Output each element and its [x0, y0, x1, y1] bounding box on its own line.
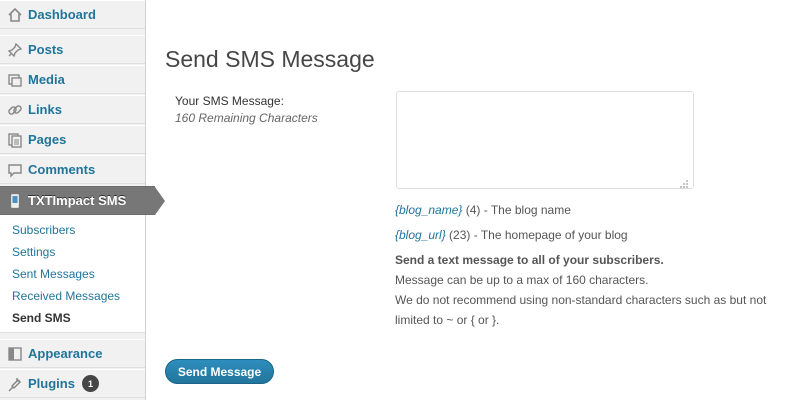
sms-message-label: Your SMS Message:	[175, 94, 284, 108]
menu-label: Appearance	[28, 346, 103, 361]
description-line: Message can be up to a max of 160 charac…	[395, 273, 649, 287]
submenu-received-messages[interactable]: Received Messages	[12, 289, 120, 303]
menu-label: Posts	[28, 42, 64, 57]
phone-icon	[6, 192, 24, 210]
tag-description: (4) - The blog name	[462, 203, 571, 217]
plug-icon	[6, 375, 24, 393]
description-line: limited to ~ or { or }.	[395, 313, 500, 327]
tag-blog-url: {blog_url} (23) - The homepage of your b…	[395, 228, 628, 242]
link-icon	[6, 101, 24, 119]
sms-message-textarea[interactable]	[396, 91, 694, 189]
tag-token[interactable]: {blog_url}	[395, 228, 446, 242]
resize-handle-icon[interactable]	[679, 176, 689, 188]
menu-label: Plugins	[28, 376, 75, 391]
menu-dashboard[interactable]: Dashboard	[0, 0, 145, 29]
menu-label: TXTImpact SMS	[28, 193, 127, 208]
tag-blog-name: {blog_name} (4) - The blog name	[395, 203, 571, 217]
remaining-characters: 160 Remaining Characters	[175, 111, 318, 125]
plugins-update-badge: 1	[81, 375, 99, 392]
menu-label: Media	[28, 72, 65, 87]
dashboard-icon	[6, 6, 24, 24]
menu-plugins[interactable]: Plugins 1	[0, 369, 145, 398]
menu-media[interactable]: Media	[0, 65, 145, 94]
menu-appearance[interactable]: Appearance	[0, 339, 145, 368]
menu-label: Comments	[28, 162, 96, 177]
menu-posts[interactable]: Posts	[0, 35, 145, 64]
media-icon	[6, 71, 24, 89]
page-title: Send SMS Message	[165, 46, 375, 72]
menu-txtimpact-sms[interactable]: TXTImpact SMS	[0, 186, 165, 215]
menu-label: Links	[28, 102, 62, 117]
appearance-icon	[6, 345, 24, 363]
pin-icon	[6, 41, 24, 59]
txtimpact-submenu: Subscribers Settings Sent Messages Recei…	[0, 215, 145, 333]
submenu-send-sms[interactable]: Send SMS	[12, 311, 71, 325]
send-message-button[interactable]: Send Message	[165, 359, 274, 384]
tag-token[interactable]: {blog_name}	[395, 203, 462, 217]
menu-pages[interactable]: Pages	[0, 125, 145, 154]
menu-label: Pages	[28, 132, 67, 147]
menu-links[interactable]: Links	[0, 95, 145, 124]
submenu-subscribers[interactable]: Subscribers	[12, 223, 75, 237]
admin-sidebar: Dashboard Posts Media Links Pages Commen…	[0, 0, 165, 400]
submenu-settings[interactable]: Settings	[12, 245, 55, 259]
tag-description: (23) - The homepage of your blog	[445, 228, 628, 242]
comment-icon	[6, 161, 24, 179]
send-description-heading: Send a text message to all of your subsc…	[395, 253, 664, 267]
main-content: Send SMS Message Your SMS Message: 160 R…	[146, 0, 787, 400]
pages-icon	[6, 131, 24, 149]
submenu-sent-messages[interactable]: Sent Messages	[12, 267, 95, 281]
menu-comments[interactable]: Comments	[0, 155, 145, 184]
description-line: We do not recommend using non-standard c…	[395, 293, 767, 307]
menu-label: Dashboard	[28, 7, 96, 22]
